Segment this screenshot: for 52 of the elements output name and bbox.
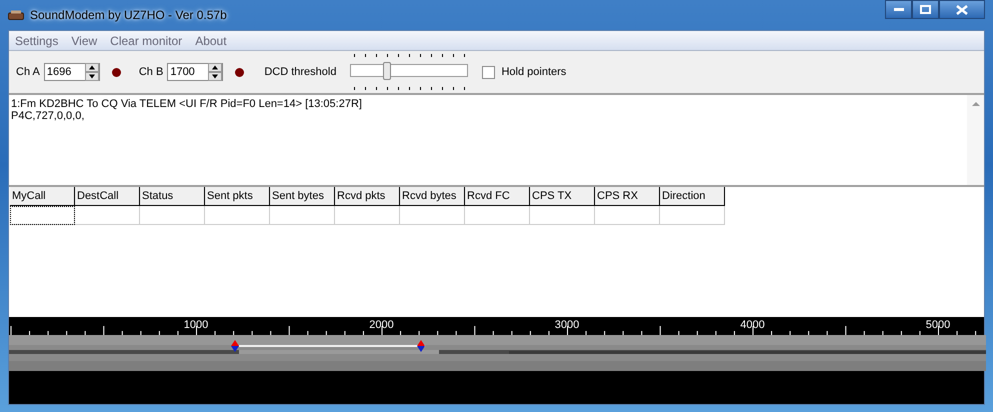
monitor-line: P4C,727,0,0,0, [11,110,86,122]
maximize-icon [920,5,931,14]
menu-item[interactable]: About [195,34,227,48]
menu-item[interactable]: Settings [15,34,58,48]
column-header[interactable]: CPS RX [595,187,660,206]
menu-item[interactable]: Clear monitor [110,34,182,48]
table-cell[interactable] [660,206,725,225]
scroll-up-icon[interactable] [972,101,980,106]
dcd-label: DCD threshold [264,66,336,78]
window-title: SoundModem by UZ7HO - Ver 0.57b [30,8,227,22]
checkbox-label: Hold pointers [501,66,566,78]
minimize-button[interactable] [885,0,912,19]
table-cell[interactable] [400,206,465,225]
column-header[interactable]: Sent pkts [205,187,270,206]
maximize-button[interactable] [912,0,939,19]
frequency-spinbox[interactable]: 1700 [167,63,224,81]
table-cell[interactable] [270,206,335,225]
table-cell[interactable] [75,206,140,225]
close-icon [956,4,968,14]
hold-checkbox[interactable] [482,66,496,78]
dcd-slider[interactable] [350,52,468,92]
table-cell[interactable] [530,206,595,225]
table-cell[interactable] [335,206,400,225]
column-header[interactable]: Sent bytes [270,187,335,206]
tick-label: 1000 [184,319,208,331]
column-header[interactable]: MyCall [10,187,75,206]
column-header[interactable]: Status [140,187,205,206]
table-cell[interactable] [465,206,530,225]
column-header[interactable]: CPS TX [530,187,595,206]
minimize-icon [894,8,904,12]
scrollbar[interactable] [967,95,984,185]
column-header[interactable]: Rcvd pkts [335,187,400,206]
column-header[interactable]: Direction [660,187,725,206]
radio-icon [8,10,24,20]
channel-label: Ch B [138,66,164,78]
tick-label: 5000 [926,319,950,331]
table-cell[interactable] [205,206,270,225]
tick-label: 2000 [369,319,394,331]
table-cell[interactable] [140,206,205,225]
tick-label: 3000 [554,319,580,331]
table-cell[interactable] [10,206,75,225]
close-button[interactable] [939,0,985,19]
monitor-line: 1:Fm KD2BHC To CQ Via TELEM <UI F/R Pid=F0 Len=14> [13:05:27R] [11,98,363,110]
monitor-textarea[interactable]: 1:Fm KD2BHC To CQ Via TELEM <UI F/R Pid=F0 Len=14> [13:05:27R] P4C,727,0,0,0, [9,95,984,187]
channel-label: Ch A [16,66,40,78]
frequency-spinbox[interactable]: 1696 [44,63,100,81]
table-cell[interactable] [595,206,660,225]
tick-label: 4000 [740,319,765,331]
column-header[interactable]: DestCall [75,187,140,206]
column-header[interactable]: Rcvd FC [465,187,530,206]
column-header[interactable]: Rcvd bytes [400,187,465,206]
menu-item[interactable]: View [71,34,98,48]
